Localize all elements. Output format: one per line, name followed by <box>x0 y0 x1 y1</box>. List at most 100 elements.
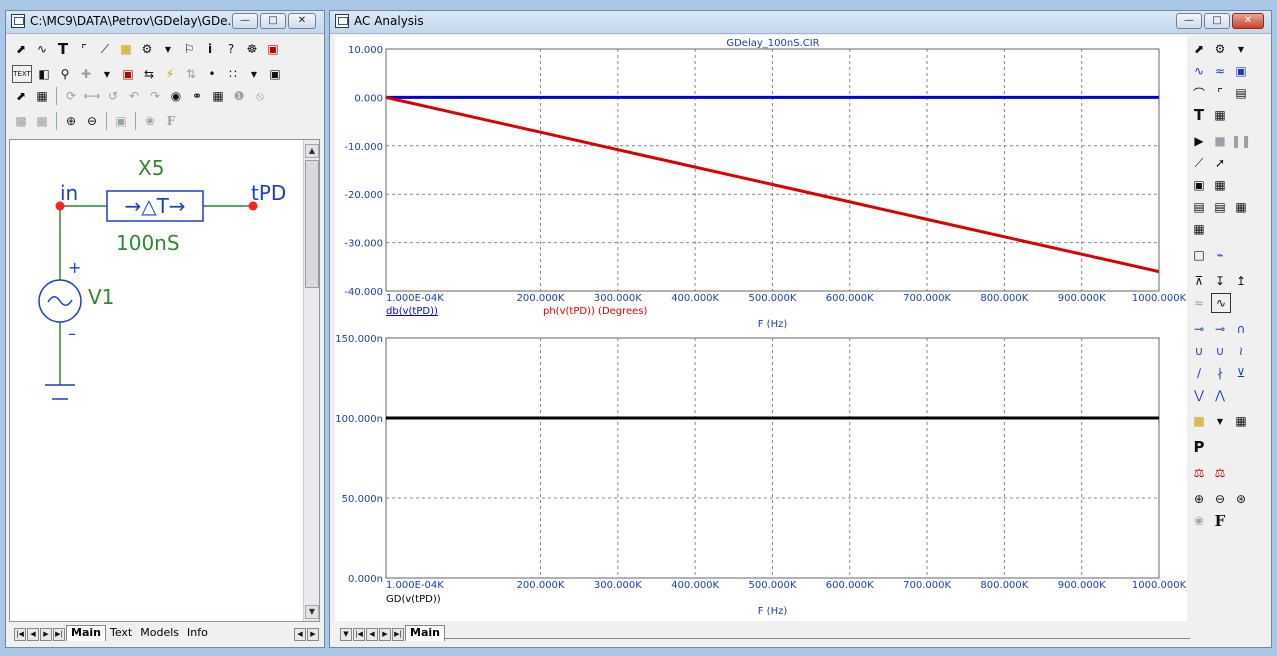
attribute-select-icon[interactable]: ⬈ <box>12 87 30 105</box>
select-arrow-icon[interactable]: ⬈ <box>1190 40 1208 58</box>
cursor-up-icon[interactable]: ↥ <box>1232 272 1250 290</box>
zoom-in-icon[interactable]: ⊕ <box>1190 490 1208 508</box>
close-button[interactable]: ✕ <box>288 13 316 29</box>
next-complex-icon[interactable]: ⊸ <box>1211 320 1229 338</box>
waveform-icon[interactable]: ∿ <box>1190 62 1208 80</box>
tab-main[interactable]: Main <box>66 625 106 641</box>
dropdown-icon[interactable]: ▼ <box>1211 412 1229 430</box>
peak-icon[interactable]: ⌁ <box>1211 246 1229 264</box>
table-icon[interactable]: ▦ <box>1232 412 1250 430</box>
send-back-icon[interactable]: ▩ <box>33 112 51 130</box>
low-icon[interactable]: ≀ <box>1232 342 1250 360</box>
help-icon[interactable]: ? <box>222 40 240 58</box>
grid-icon[interactable]: ∷ <box>224 65 242 83</box>
ac-minimize-button[interactable]: — <box>1176 13 1202 29</box>
font-icon[interactable]: F <box>162 112 180 130</box>
schematic-canvas[interactable]: →△T→ + – X5 100nS in tPD V1 ▲ ▼ <box>9 139 320 622</box>
dropdown-icon[interactable]: ▼ <box>245 65 263 83</box>
dropdown-icon[interactable]: ▼ <box>98 65 116 83</box>
schematic-titlebar[interactable]: C:\MC9\DATA\Petrov\GDelay\GDe... — □ ✕ <box>6 11 324 34</box>
ac-close-button[interactable]: ✕ <box>1232 13 1264 29</box>
mirror-icon[interactable]: ↶ <box>125 87 143 105</box>
points-line-icon[interactable]: ➚ <box>1211 154 1229 172</box>
ac-maximize-button[interactable]: □ <box>1204 13 1230 29</box>
zoom-out-icon[interactable]: ⊖ <box>83 112 101 130</box>
scope-icon[interactable]: ∿ <box>1211 293 1231 313</box>
box-icon[interactable]: □ <box>1190 246 1208 264</box>
plot-area[interactable]: 10.000 0.000 -10.000 -20.000 -30.000 -40.000 1… <box>335 35 1187 621</box>
current-direction-icon[interactable]: ⇆ <box>140 65 158 83</box>
ac-titlebar[interactable]: AC Analysis — □ ✕ <box>330 11 1271 34</box>
next-page-button[interactable]: ▶ <box>40 628 52 641</box>
stop-icon[interactable]: ■ <box>1211 132 1229 150</box>
rotate-icon[interactable]: ⟳ <box>62 87 80 105</box>
ac-prev-page-button[interactable]: ◀ <box>366 628 378 641</box>
border-icon[interactable]: ▣ <box>266 65 284 83</box>
pin-connections-icon[interactable]: ⚲ <box>56 65 74 83</box>
select-arrow-icon[interactable]: ⬈ <box>12 40 30 58</box>
zoom-fit-icon[interactable]: ⊛ <box>1232 490 1250 508</box>
scroll-thumb[interactable] <box>305 160 319 288</box>
slope-icon[interactable]: ⌒ <box>1190 84 1208 102</box>
last-page-button[interactable]: ▶| <box>53 628 65 641</box>
scale-label-icon[interactable]: P <box>1190 438 1208 456</box>
stop-icon[interactable]: ❶ <box>230 87 248 105</box>
scroll-down-arrow[interactable]: ▼ <box>305 605 319 619</box>
hgrid-icon[interactable]: ▤ <box>1211 198 1229 216</box>
find-icon[interactable]: ◉ <box>167 87 185 105</box>
peak-find-icon[interactable]: ∩ <box>1232 320 1250 338</box>
wire-icon[interactable]: ∿ <box>33 40 51 58</box>
scale-x-icon[interactable]: ⚖ <box>1190 464 1208 482</box>
dropdown-icon[interactable]: ▼ <box>159 40 177 58</box>
pause-icon[interactable]: ❚❚ <box>1231 132 1251 150</box>
probe-icon[interactable]: ☸ <box>243 40 261 58</box>
frame-icon[interactable]: ▣ <box>1190 176 1208 194</box>
first-page-button[interactable]: |◀ <box>14 628 26 641</box>
node-numbers-icon[interactable]: ◧ <box>35 65 53 83</box>
minor-grid-icon[interactable]: ▦ <box>1232 198 1250 216</box>
ortho-wire-icon[interactable]: ⌜ <box>75 40 93 58</box>
inflection-icon[interactable]: ∤ <box>1211 364 1229 382</box>
zoom-out-icon[interactable]: ⊖ <box>1211 490 1229 508</box>
color-icon[interactable]: ❀ <box>1190 512 1208 530</box>
color-icon[interactable]: ❀ <box>141 112 159 130</box>
options-icon[interactable]: ▣ <box>264 40 282 58</box>
graph-icon[interactable]: ▤ <box>1232 84 1250 102</box>
zoom-in-icon[interactable]: ⊕ <box>62 112 80 130</box>
wave-toggle-icon[interactable]: ≈ <box>1190 294 1208 312</box>
hscroll-left-button[interactable]: ◀ <box>294 628 306 641</box>
bracket-icon[interactable]: ▣ <box>1232 62 1250 80</box>
power-icon[interactable]: ⚡ <box>161 65 179 83</box>
font-icon[interactable]: F <box>1211 512 1229 530</box>
minimize-button[interactable]: — <box>232 13 258 29</box>
component-icon[interactable]: ⚙ <box>138 40 156 58</box>
high-icon[interactable]: ∪ <box>1211 342 1229 360</box>
tab-models[interactable]: Models <box>136 626 183 641</box>
tick-grid-icon[interactable]: ▦ <box>1190 220 1208 238</box>
condition-icon[interactable]: ⇅ <box>182 65 200 83</box>
properties-icon[interactable]: ▦ <box>33 87 51 105</box>
bottom-icon[interactable]: ⋀ <box>1211 386 1229 404</box>
flip-y-icon[interactable]: ↷ <box>146 87 164 105</box>
line-icon[interactable]: ⟋ <box>96 40 114 58</box>
cursor-left-icon[interactable]: ⊼ <box>1190 272 1208 290</box>
binoculars-icon[interactable]: ⚭ <box>188 87 206 105</box>
flag-icon[interactable]: ⚐ <box>180 40 198 58</box>
tab-text[interactable]: Text <box>106 626 136 641</box>
node-voltages-icon[interactable]: ✚ <box>77 65 95 83</box>
slope-find-icon[interactable]: ∕ <box>1190 364 1208 382</box>
tab-info[interactable]: Info <box>183 626 212 641</box>
global-high-icon[interactable]: ⊻ <box>1232 364 1250 382</box>
maximize-button[interactable]: □ <box>260 13 286 29</box>
ac-last-page-button[interactable]: ▶| <box>392 628 404 641</box>
component-icon[interactable]: ⚙ <box>1211 40 1229 58</box>
scale-y-icon[interactable]: ⚖ <box>1211 464 1229 482</box>
info-box-icon[interactable]: ▩ <box>117 40 135 58</box>
vgrid-icon[interactable]: ▤ <box>1190 198 1208 216</box>
run-icon[interactable]: ▶ <box>1190 132 1208 150</box>
undo-icon[interactable]: ↺ <box>104 87 122 105</box>
dual-wave-icon[interactable]: ≈ <box>1211 62 1229 80</box>
camera-icon[interactable]: ▣ <box>112 112 130 130</box>
ac-tab-main[interactable]: Main <box>405 625 445 641</box>
step-icon[interactable]: ⌜ <box>1211 84 1229 102</box>
